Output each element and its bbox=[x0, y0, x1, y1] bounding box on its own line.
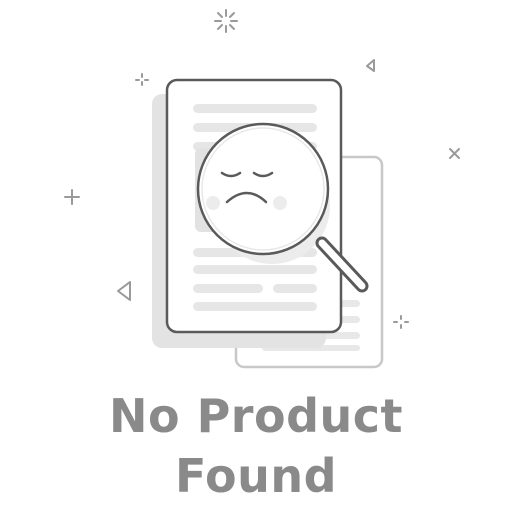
dotted-plus-icon bbox=[393, 315, 409, 329]
dotted-plus-icon bbox=[135, 73, 149, 86]
cross-icon bbox=[449, 148, 460, 159]
no-product-illustration bbox=[64, 9, 460, 369]
empty-state-title-line1: No Product bbox=[108, 389, 404, 443]
sparkle-burst-icon bbox=[214, 9, 238, 33]
empty-state: No Product Found bbox=[0, 0, 512, 512]
plus-icon bbox=[64, 189, 80, 205]
empty-state-title-line2: Found bbox=[174, 449, 338, 503]
triangle-icon bbox=[366, 59, 375, 72]
empty-state-message: No Product Found bbox=[0, 386, 512, 506]
triangle-icon bbox=[117, 281, 131, 301]
